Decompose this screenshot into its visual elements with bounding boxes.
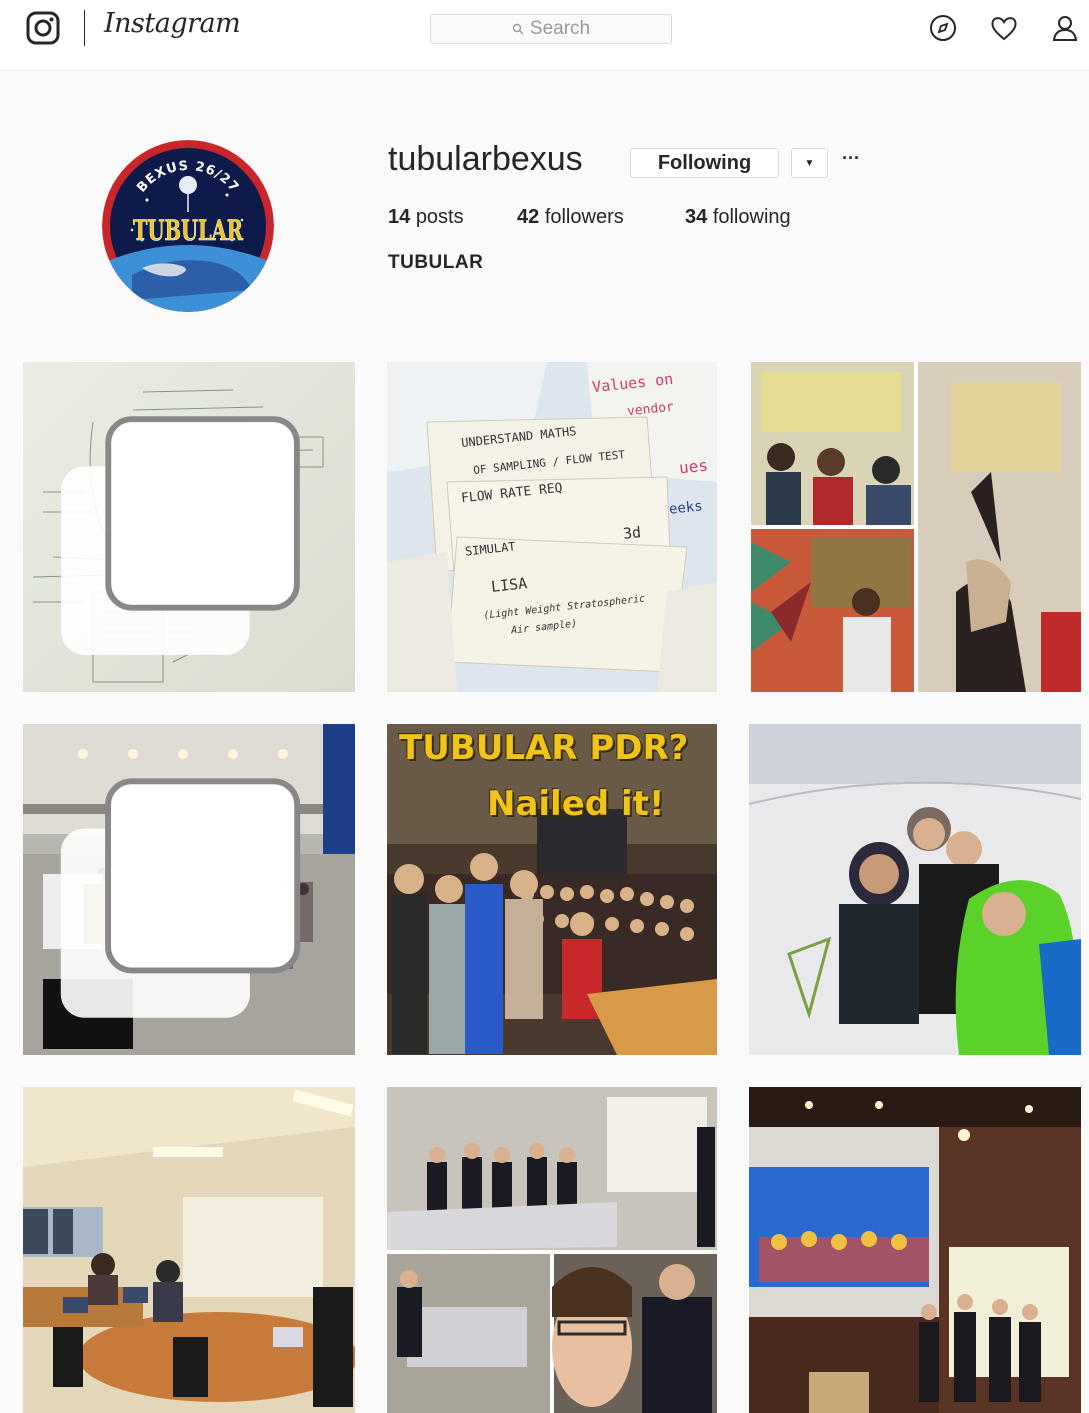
top-nav: Instagram Search — [0, 0, 1089, 71]
posts-count: 14 — [388, 206, 411, 228]
post-image-presentation — [749, 1087, 1081, 1413]
profile-username: tubularbexus — [388, 140, 583, 178]
post-image-office — [23, 1087, 355, 1413]
multiple-images-icon — [61, 416, 300, 655]
post-tile-whiteboard[interactable] — [23, 362, 355, 692]
post-image-collage — [751, 362, 1081, 692]
following-stat[interactable]: 34 following — [685, 206, 791, 229]
post-image-group-photo — [387, 724, 717, 1055]
post-tile-collage[interactable] — [751, 362, 1081, 692]
follow-dropdown-button[interactable]: ▼ — [791, 148, 828, 178]
followers-count: 42 — [517, 206, 540, 228]
post-tile-snow-selfie[interactable] — [749, 724, 1081, 1055]
overlay-text-line2: Nailed it! — [487, 784, 665, 824]
post-tile-lab-collage[interactable] — [387, 1087, 717, 1413]
instagram-wordmark[interactable]: Instagram — [104, 8, 241, 39]
post-tile-sticky-notes[interactable]: UNDERSTAND MATHS OF SAMPLING / FLOW TEST… — [387, 362, 717, 692]
nav-divider — [84, 10, 85, 46]
profile-full-name: TUBULAR — [388, 252, 484, 273]
more-options-icon[interactable]: ··· — [842, 148, 860, 169]
search-input[interactable]: Search — [430, 14, 672, 44]
post-tile-hall-crowd[interactable] — [23, 724, 355, 1055]
heart-icon[interactable] — [988, 12, 1020, 44]
followers-stat[interactable]: 42 followers — [517, 206, 624, 229]
multiple-images-icon — [60, 778, 301, 1018]
search-icon — [512, 23, 524, 35]
chevron-down-icon: ▼ — [804, 157, 815, 169]
following-count: 34 — [685, 206, 708, 228]
person-icon[interactable] — [1049, 12, 1081, 44]
compass-icon[interactable] — [927, 12, 959, 44]
note-text-3b: LISA — [490, 574, 528, 596]
post-tile-office[interactable] — [23, 1087, 355, 1413]
note-text-2b: 3d — [622, 523, 642, 543]
post-image-snow-selfie — [749, 724, 1081, 1055]
post-tile-group-photo[interactable]: TUBULAR PDR? Nailed it! — [387, 724, 717, 1055]
posts-label: posts — [415, 206, 464, 228]
profile-avatar[interactable]: BEXUS 26/27 TUBULAR — [102, 140, 274, 312]
avatar-mark-text: TUBULAR — [133, 214, 244, 247]
search-placeholder: Search — [529, 18, 591, 39]
following-label: following — [712, 206, 791, 228]
instagram-glyph-icon[interactable] — [25, 10, 61, 46]
post-image-lab-collage — [387, 1087, 717, 1413]
scribble-text-3: ues — [678, 455, 709, 478]
post-tile-presentation[interactable] — [749, 1087, 1081, 1413]
overlay-text-line1: TUBULAR PDR? — [399, 728, 689, 768]
posts-stat: 14 posts — [388, 206, 464, 229]
followers-label: followers — [544, 206, 624, 228]
following-button[interactable]: Following — [630, 148, 779, 178]
